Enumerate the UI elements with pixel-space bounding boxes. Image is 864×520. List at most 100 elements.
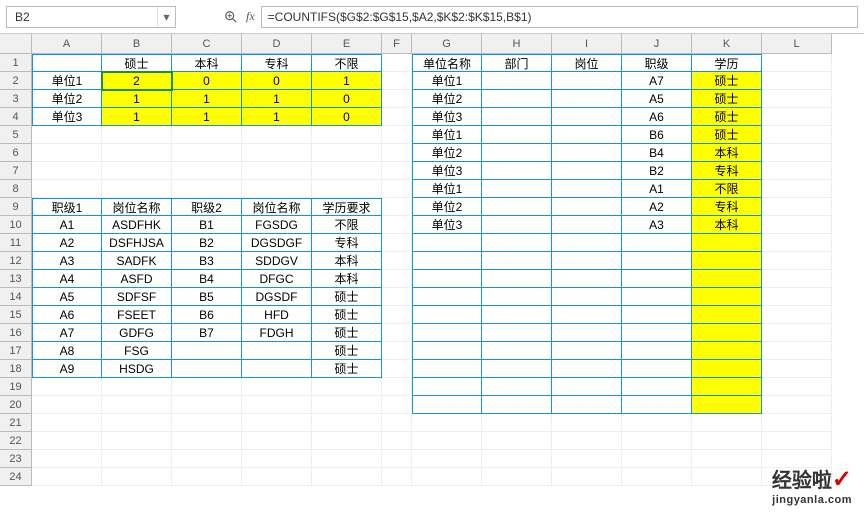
row-header-2[interactable]: 2 bbox=[0, 72, 32, 90]
cell-G12[interactable] bbox=[412, 252, 482, 270]
cell-G24[interactable] bbox=[412, 468, 482, 486]
cell-L8[interactable] bbox=[762, 180, 832, 198]
row-header-11[interactable]: 11 bbox=[0, 234, 32, 252]
cell-G1[interactable]: 单位名称 bbox=[412, 54, 482, 72]
col-header-C[interactable]: C bbox=[172, 34, 242, 54]
cell-C7[interactable] bbox=[172, 162, 242, 180]
cell-H24[interactable] bbox=[482, 468, 552, 486]
cell-E23[interactable] bbox=[312, 450, 382, 468]
cell-H11[interactable] bbox=[482, 234, 552, 252]
cell-K6[interactable]: 本科 bbox=[692, 144, 762, 162]
cell-K8[interactable]: 不限 bbox=[692, 180, 762, 198]
cell-G13[interactable] bbox=[412, 270, 482, 288]
cell-I10[interactable] bbox=[552, 216, 622, 234]
cell-G23[interactable] bbox=[412, 450, 482, 468]
cell-J6[interactable]: B4 bbox=[622, 144, 692, 162]
cell-H1[interactable]: 部门 bbox=[482, 54, 552, 72]
row-header-14[interactable]: 14 bbox=[0, 288, 32, 306]
row-header-8[interactable]: 8 bbox=[0, 180, 32, 198]
cell-E2[interactable]: 1 bbox=[312, 72, 382, 90]
cell-K12[interactable] bbox=[692, 252, 762, 270]
cell-K22[interactable] bbox=[692, 432, 762, 450]
cell-G5[interactable]: 单位1 bbox=[412, 126, 482, 144]
row-header-17[interactable]: 17 bbox=[0, 342, 32, 360]
row-header-1[interactable]: 1 bbox=[0, 54, 32, 72]
name-box-dropdown[interactable]: ▾ bbox=[157, 7, 175, 27]
cell-H4[interactable] bbox=[482, 108, 552, 126]
cell-I21[interactable] bbox=[552, 414, 622, 432]
col-header-H[interactable]: H bbox=[482, 34, 552, 54]
row-header-22[interactable]: 22 bbox=[0, 432, 32, 450]
cell-K20[interactable] bbox=[692, 396, 762, 414]
cell-I14[interactable] bbox=[552, 288, 622, 306]
cell-D24[interactable] bbox=[242, 468, 312, 486]
cell-F21[interactable] bbox=[382, 414, 412, 432]
cell-G20[interactable] bbox=[412, 396, 482, 414]
cell-B4[interactable]: 1 bbox=[102, 108, 172, 126]
cell-E24[interactable] bbox=[312, 468, 382, 486]
cell-G8[interactable]: 单位1 bbox=[412, 180, 482, 198]
cell-F12[interactable] bbox=[382, 252, 412, 270]
row-header-7[interactable]: 7 bbox=[0, 162, 32, 180]
col-header-D[interactable]: D bbox=[242, 34, 312, 54]
cell-J24[interactable] bbox=[622, 468, 692, 486]
cell-B14[interactable]: SDFSF bbox=[102, 288, 172, 306]
cell-A17[interactable]: A8 bbox=[32, 342, 102, 360]
cell-I4[interactable] bbox=[552, 108, 622, 126]
row-header-16[interactable]: 16 bbox=[0, 324, 32, 342]
cell-C24[interactable] bbox=[172, 468, 242, 486]
cell-E15[interactable]: 硕士 bbox=[312, 306, 382, 324]
cell-H13[interactable] bbox=[482, 270, 552, 288]
cell-H19[interactable] bbox=[482, 378, 552, 396]
cell-F23[interactable] bbox=[382, 450, 412, 468]
cell-J19[interactable] bbox=[622, 378, 692, 396]
cell-D13[interactable]: DFGC bbox=[242, 270, 312, 288]
cell-J15[interactable] bbox=[622, 306, 692, 324]
cell-E10[interactable]: 不限 bbox=[312, 216, 382, 234]
cell-A7[interactable] bbox=[32, 162, 102, 180]
cell-A15[interactable]: A6 bbox=[32, 306, 102, 324]
formula-bar[interactable]: =COUNTIFS($G$2:$G$15,$A2,$K$2:$K$15,B$1) bbox=[261, 6, 858, 28]
col-header-K[interactable]: K bbox=[692, 34, 762, 54]
cell-B17[interactable]: FSG bbox=[102, 342, 172, 360]
cell-L17[interactable] bbox=[762, 342, 832, 360]
row-header-21[interactable]: 21 bbox=[0, 414, 32, 432]
cell-B22[interactable] bbox=[102, 432, 172, 450]
cell-B16[interactable]: GDFG bbox=[102, 324, 172, 342]
cell-F11[interactable] bbox=[382, 234, 412, 252]
cell-J14[interactable] bbox=[622, 288, 692, 306]
col-header-A[interactable]: A bbox=[32, 34, 102, 54]
cell-B23[interactable] bbox=[102, 450, 172, 468]
cell-G6[interactable]: 单位2 bbox=[412, 144, 482, 162]
cell-C19[interactable] bbox=[172, 378, 242, 396]
cell-A19[interactable] bbox=[32, 378, 102, 396]
cell-J23[interactable] bbox=[622, 450, 692, 468]
cell-J1[interactable]: 职级 bbox=[622, 54, 692, 72]
cell-B2[interactable]: 2 bbox=[102, 72, 172, 90]
cell-K18[interactable] bbox=[692, 360, 762, 378]
cell-I8[interactable] bbox=[552, 180, 622, 198]
cell-F5[interactable] bbox=[382, 126, 412, 144]
cell-I16[interactable] bbox=[552, 324, 622, 342]
cell-G7[interactable]: 单位3 bbox=[412, 162, 482, 180]
cell-E7[interactable] bbox=[312, 162, 382, 180]
cell-F19[interactable] bbox=[382, 378, 412, 396]
cell-E18[interactable]: 硕士 bbox=[312, 360, 382, 378]
cell-E16[interactable]: 硕士 bbox=[312, 324, 382, 342]
cell-H9[interactable] bbox=[482, 198, 552, 216]
cell-J2[interactable]: A7 bbox=[622, 72, 692, 90]
cell-A6[interactable] bbox=[32, 144, 102, 162]
cell-K7[interactable]: 专科 bbox=[692, 162, 762, 180]
cell-D23[interactable] bbox=[242, 450, 312, 468]
cell-F4[interactable] bbox=[382, 108, 412, 126]
cell-K9[interactable]: 专科 bbox=[692, 198, 762, 216]
cell-E8[interactable] bbox=[312, 180, 382, 198]
cell-H3[interactable] bbox=[482, 90, 552, 108]
cell-L1[interactable] bbox=[762, 54, 832, 72]
cell-H17[interactable] bbox=[482, 342, 552, 360]
cell-B5[interactable] bbox=[102, 126, 172, 144]
cell-L18[interactable] bbox=[762, 360, 832, 378]
cell-J21[interactable] bbox=[622, 414, 692, 432]
cell-G3[interactable]: 单位2 bbox=[412, 90, 482, 108]
cell-D20[interactable] bbox=[242, 396, 312, 414]
